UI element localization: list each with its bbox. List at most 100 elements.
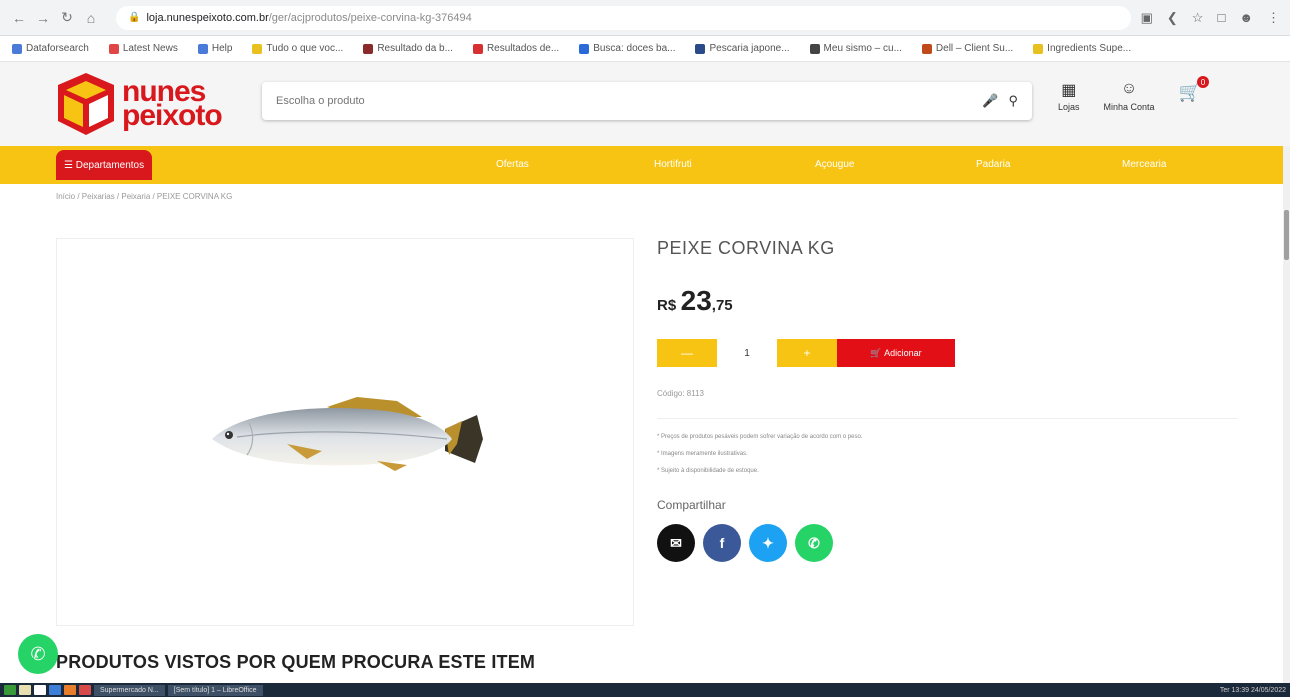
- scrollbar-thumb[interactable]: [1284, 210, 1289, 260]
- share-whatsapp-button[interactable]: ✆: [795, 524, 833, 562]
- nav-link-padaria[interactable]: Padaria: [976, 159, 1010, 170]
- window-icon[interactable]: □: [1217, 10, 1225, 26]
- share-facebook-button[interactable]: f: [703, 524, 741, 562]
- bookmark-item[interactable]: Ingredients Supe...: [1033, 43, 1131, 54]
- bookmark-label: Resultado da b...: [377, 43, 453, 54]
- whatsapp-float-button[interactable]: ✆: [18, 634, 58, 674]
- bookmark-label: Meu sismo – cu...: [823, 43, 902, 54]
- bookmark-label: Dataforsearch: [26, 43, 89, 54]
- facebook-icon: f: [719, 535, 725, 551]
- bookmark-item[interactable]: Resultados de...: [472, 43, 559, 54]
- add-to-cart-label: Adicionar: [884, 348, 922, 358]
- search-input[interactable]: [276, 95, 973, 107]
- bookmark-favicon-icon: [579, 43, 590, 54]
- forward-icon[interactable]: →: [34, 9, 52, 27]
- breadcrumb[interactable]: Início / Peixarias / Peixaria / PEIXE CO…: [0, 184, 1290, 209]
- cart-count-badge: 0: [1196, 76, 1209, 88]
- logo-text-line2: peixoto: [122, 99, 223, 132]
- bookmark-item[interactable]: Tudo o que voc...: [252, 43, 343, 54]
- search-icon[interactable]: ⚲: [1008, 93, 1018, 109]
- os-taskbar: Supermercado N... [Sem título] 1 – Libre…: [0, 683, 1290, 697]
- add-to-cart-button[interactable]: 🛒 Adicionar: [837, 339, 955, 367]
- email-icon: ✉: [670, 534, 682, 551]
- bookmark-label: Busca: doces ba...: [593, 43, 676, 54]
- product-price: R$ 23,75: [657, 285, 1247, 317]
- bookmark-label: Help: [211, 43, 233, 54]
- bookmark-item[interactable]: Pescaria japone...: [695, 43, 790, 54]
- decrease-qty-button[interactable]: —: [657, 339, 717, 367]
- document-icon[interactable]: [34, 685, 46, 695]
- browser-icon[interactable]: [49, 685, 61, 695]
- reload-icon[interactable]: ↻: [58, 9, 76, 27]
- bookmark-item[interactable]: Dataforsearch: [12, 43, 89, 54]
- cart-button[interactable]: 🛒 0: [1179, 76, 1209, 112]
- divider: [657, 418, 1237, 419]
- extensions-icon[interactable]: ▣: [1141, 10, 1153, 26]
- note-item: * Imagens meramente ilustrativas.: [657, 451, 748, 457]
- quantity-value[interactable]: 1: [717, 348, 777, 359]
- share-email-button[interactable]: ✉: [657, 524, 695, 562]
- increase-qty-button[interactable]: +: [777, 339, 837, 367]
- bookmark-favicon-icon: [472, 43, 483, 54]
- share-twitter-button[interactable]: ✦: [749, 524, 787, 562]
- taskbar-clock: Ter 13:39 24/05/2022: [1219, 686, 1286, 694]
- stores-link[interactable]: ▦ Lojas: [1058, 80, 1080, 112]
- address-bar[interactable]: 🔒 loja.nunespeixoto.com.br /ger/acjprodu…: [116, 5, 1131, 30]
- firefox-icon[interactable]: [64, 685, 76, 695]
- taskbar-task[interactable]: [Sem título] 1 – LibreOffice: [167, 684, 263, 696]
- bookmark-label: Tudo o que voc...: [266, 43, 344, 54]
- lock-icon: 🔒: [128, 12, 141, 23]
- back-icon[interactable]: ←: [10, 9, 28, 27]
- product-notes: * Preços de produtos pesáveis podem sofr…: [657, 429, 1247, 480]
- nav-link-hortifruti[interactable]: Hortifruti: [654, 159, 692, 170]
- bookmark-item[interactable]: Help: [197, 43, 233, 54]
- departments-button[interactable]: ☰ Departamentos: [56, 150, 153, 180]
- nav-link-mercearia[interactable]: Mercearia: [1122, 159, 1166, 170]
- taskbar-task[interactable]: Supermercado N...: [94, 684, 165, 696]
- bookmarks-bar: Dataforsearch Latest News Help Tudo o que v…: [0, 36, 1290, 62]
- bookmark-favicon-icon: [921, 43, 932, 54]
- bookmark-label: Ingredients Supe...: [1047, 43, 1132, 54]
- url-path: /ger/acjprodutos/peixe-corvina-kg-376494: [268, 11, 472, 24]
- files-icon[interactable]: [19, 685, 31, 695]
- menu-icon[interactable]: ⋮: [1267, 10, 1280, 26]
- bookmark-favicon-icon: [197, 43, 208, 54]
- bookmark-item[interactable]: Resultado da b...: [363, 43, 453, 54]
- microphone-icon[interactable]: 🎤: [982, 93, 998, 109]
- bookmark-item[interactable]: Dell – Client Su...: [921, 43, 1013, 54]
- store-logo[interactable]: nunes peixoto: [56, 71, 256, 137]
- profile-icon[interactable]: ☻: [1239, 10, 1253, 26]
- app-icon[interactable]: [79, 685, 91, 695]
- section-title: PRODUTOS VISTOS POR QUEM PROCURA ESTE IT…: [56, 652, 536, 672]
- bookmark-item[interactable]: Meu sismo – cu...: [809, 43, 902, 54]
- bookmark-label: Pescaria japone...: [709, 43, 790, 54]
- bookmark-item[interactable]: Latest News: [108, 43, 178, 54]
- nav-link-acougue[interactable]: Açougue: [815, 159, 854, 170]
- note-item: * Sujeito à disponibilidade de estoque.: [657, 468, 759, 474]
- search-box: 🎤 ⚲: [262, 82, 1032, 120]
- account-link[interactable]: ☺ Minha Conta: [1104, 80, 1155, 112]
- share-buttons: ✉ f ✦ ✆: [657, 524, 1247, 562]
- bookmark-item[interactable]: Busca: doces ba...: [579, 43, 675, 54]
- fish-image: [212, 397, 483, 471]
- share-icon[interactable]: ❮: [1167, 10, 1178, 26]
- price-integer: 23: [680, 285, 712, 316]
- bookmark-favicon-icon: [108, 43, 119, 54]
- home-icon[interactable]: ⌂: [82, 9, 100, 27]
- start-menu-icon[interactable]: [4, 685, 16, 695]
- price-currency: R$: [657, 297, 677, 314]
- bookmark-favicon-icon: [363, 43, 374, 54]
- menu-icon: ☰: [64, 159, 76, 171]
- product-title: PEIXE CORVINA KG: [657, 238, 835, 258]
- product-image[interactable]: [56, 238, 634, 626]
- nav-link-ofertas[interactable]: Ofertas: [496, 159, 529, 170]
- product-info: PEIXE CORVINA KG R$ 23,75 — 1 + 🛒 Adicio…: [657, 238, 1247, 562]
- quantity-stepper: — 1 + 🛒 Adicionar: [657, 339, 1247, 367]
- bookmark-favicon-icon: [1033, 43, 1044, 54]
- site-header: nunes peixoto 🎤 ⚲ ▦ Lojas ☺ Minha Conta …: [0, 62, 1290, 146]
- url-host: loja.nunespeixoto.com.br: [146, 11, 269, 24]
- stores-label: Lojas: [1058, 102, 1080, 112]
- star-icon[interactable]: ☆: [1192, 10, 1204, 26]
- whatsapp-icon: ✆: [808, 534, 820, 551]
- bookmark-favicon-icon: [12, 43, 22, 54]
